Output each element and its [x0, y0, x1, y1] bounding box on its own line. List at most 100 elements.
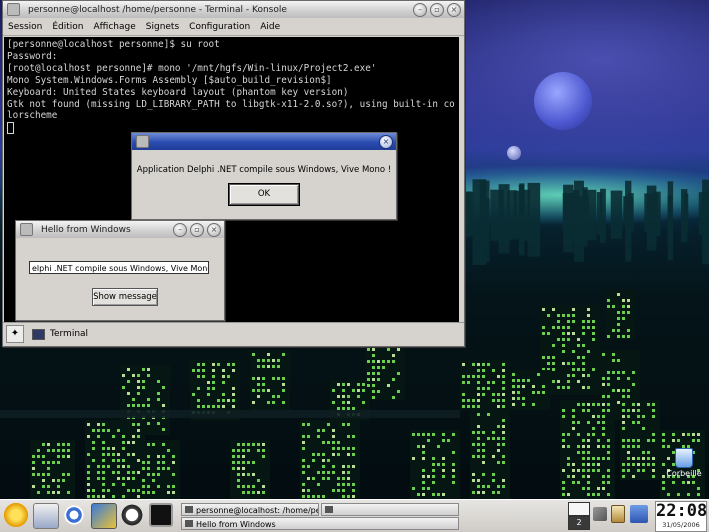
city-shape: [272, 359, 275, 362]
city-shape: [42, 479, 45, 482]
city-shape: [342, 407, 345, 410]
help-lifebuoy-icon[interactable]: [62, 503, 86, 527]
city-shape: [332, 453, 335, 456]
city-shape: [442, 469, 445, 472]
city-shape: [512, 403, 515, 406]
city-shape: [257, 491, 260, 494]
menu-session[interactable]: Session: [3, 22, 47, 32]
city-shape: [557, 320, 560, 323]
city-shape: [327, 441, 330, 444]
city-shape: [607, 457, 610, 460]
city-shape: [542, 385, 545, 388]
dialog-app-icon[interactable]: [136, 135, 149, 148]
city-shape: [332, 401, 335, 404]
taskbar-item-konsole[interactable]: personne@localhost: /home/per: [181, 503, 319, 516]
gnu-icon[interactable]: [120, 503, 144, 527]
city-shape: [352, 495, 355, 498]
city-shape: [622, 317, 625, 320]
lock-icon[interactable]: [630, 505, 648, 523]
ok-button[interactable]: OK: [228, 183, 300, 206]
show-message-button[interactable]: Show message: [92, 288, 158, 306]
close-icon[interactable]: ×: [207, 222, 221, 237]
hello-app-icon[interactable]: [20, 223, 33, 236]
city-shape: [207, 381, 210, 384]
klipper-icon[interactable]: [611, 505, 625, 523]
city-shape: [87, 471, 90, 474]
pager-desktop-2[interactable]: 2: [568, 516, 590, 530]
city-shape: [252, 377, 255, 380]
city-shape: [502, 479, 505, 482]
close-icon[interactable]: ×: [379, 134, 393, 149]
kmenu-star-icon[interactable]: [4, 503, 28, 527]
city-shape: [347, 395, 350, 398]
home-folder-icon[interactable]: [33, 503, 59, 529]
menu-signets[interactable]: Signets: [141, 22, 184, 32]
city-shape: [587, 493, 590, 496]
city-shape: [317, 435, 320, 438]
taskbar-item-empty[interactable]: [321, 503, 459, 516]
minimize-icon[interactable]: –: [413, 2, 427, 17]
city-shape: [57, 479, 60, 482]
maximize-icon[interactable]: ▫: [190, 222, 204, 237]
city-shape: [612, 329, 615, 332]
city-shape: [392, 360, 395, 363]
city-shape: [562, 386, 565, 389]
city-shape: [627, 305, 630, 308]
city-shape: [542, 332, 545, 335]
menu-affichage[interactable]: Affichage: [88, 22, 140, 32]
city-shape: [572, 409, 575, 412]
city-shape: [232, 461, 235, 464]
city-shape: [552, 344, 555, 347]
city-shape: [607, 481, 610, 484]
close-icon[interactable]: ×: [447, 2, 461, 17]
city-shape: [692, 481, 695, 484]
konsole-titlebar[interactable]: personne@localhost /home/personne - Term…: [3, 1, 464, 18]
city-shape: [607, 403, 610, 406]
pager-desktop-1[interactable]: [568, 502, 590, 516]
maximize-icon[interactable]: ▫: [430, 2, 444, 17]
clock[interactable]: 22:08 31/05/2006: [655, 501, 707, 532]
city-shape: [347, 471, 350, 474]
new-session-icon[interactable]: ✦: [6, 325, 24, 343]
city-shape: [377, 390, 380, 393]
minimize-icon[interactable]: –: [173, 222, 187, 237]
city-shape: [472, 443, 475, 446]
city-shape: [137, 489, 140, 492]
network-icon[interactable]: [593, 507, 607, 521]
message-dialog-titlebar[interactable]: ×: [132, 133, 396, 150]
taskbar-item-hello[interactable]: Hello from Windows: [181, 517, 459, 530]
city-shape: [307, 423, 310, 426]
konsole-launcher-icon[interactable]: [149, 503, 173, 527]
city-shape: [302, 495, 305, 498]
city-shape: [197, 375, 200, 378]
city-shape: [112, 495, 115, 498]
city-shape: [572, 314, 575, 317]
message-input[interactable]: elphi .NET compile sous Windows, Vive Mo…: [29, 261, 209, 274]
city-shape: [477, 479, 480, 482]
city-shape: [627, 439, 630, 442]
tab-terminal-label: Terminal: [50, 329, 89, 339]
city-shape: [682, 433, 685, 436]
control-center-icon[interactable]: [91, 503, 117, 529]
city-shape: [282, 353, 285, 356]
city-shape: [422, 475, 425, 478]
city-shape: [142, 485, 145, 488]
menu-configuration[interactable]: Configuration: [184, 22, 255, 32]
city-shape: [492, 479, 495, 482]
city-shape: [547, 356, 550, 359]
city-shape: [362, 401, 365, 404]
hello-titlebar[interactable]: Hello from Windows – ▫ ×: [16, 221, 224, 238]
city-shape: [642, 463, 645, 466]
city-shape: [607, 305, 610, 308]
city-shape: [627, 299, 630, 302]
city-shape: [252, 389, 255, 392]
trash-desktop-icon[interactable]: Corbeille: [664, 448, 704, 478]
city-shape: [307, 495, 310, 498]
menu-aide[interactable]: Aide: [255, 22, 285, 32]
city-shape: [562, 439, 565, 442]
tab-terminal[interactable]: Terminal: [32, 328, 89, 340]
konsole-app-icon[interactable]: [7, 3, 20, 16]
menu-edition[interactable]: Édition: [47, 22, 88, 32]
city-shape: [157, 467, 160, 470]
city-shape: [332, 447, 335, 450]
